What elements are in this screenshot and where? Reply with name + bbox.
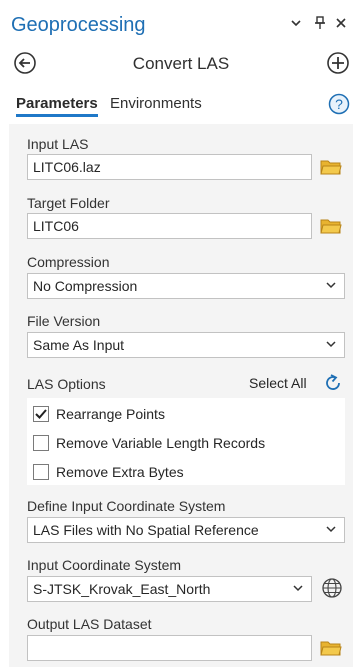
input-cs-dropdown[interactable]: S-JTSK_Krovak_East_North (27, 576, 312, 602)
tab-parameters[interactable]: Parameters (16, 95, 98, 117)
reset-icon[interactable] (322, 372, 344, 394)
define-cs-dropdown[interactable]: LAS Files with No Spatial Reference (27, 517, 345, 543)
remove-vlr-checkbox[interactable] (33, 435, 49, 451)
compression-value: No Compression (33, 278, 138, 294)
compression-dropdown[interactable]: No Compression (27, 273, 345, 299)
chevron-down-icon (326, 526, 336, 533)
file-version-label: File Version (27, 313, 101, 329)
globe-icon[interactable] (321, 577, 343, 599)
chevron-down-icon (326, 282, 336, 289)
remove-vlr-label: Remove Variable Length Records (56, 435, 266, 451)
define-cs-label: Define Input Coordinate System (27, 498, 226, 514)
input-cs-label: Input Coordinate System (27, 557, 182, 573)
las-options-label: LAS Options (27, 376, 106, 392)
svg-text:?: ? (335, 96, 343, 112)
target-folder-field[interactable]: LITC06 (27, 213, 312, 239)
rearrange-points-checkbox[interactable] (33, 406, 49, 422)
file-version-dropdown[interactable]: Same As Input (27, 332, 345, 358)
remove-extra-bytes-label: Remove Extra Bytes (56, 464, 184, 480)
tab-environments[interactable]: Environments (110, 95, 202, 112)
select-all-link[interactable]: Select All (249, 375, 307, 391)
chevron-down-icon (326, 341, 336, 348)
define-cs-value: LAS Files with No Spatial Reference (33, 522, 259, 538)
pane-options-icon[interactable] (288, 14, 304, 32)
pin-icon[interactable] (312, 14, 328, 32)
compression-label: Compression (27, 254, 110, 270)
chevron-down-icon (293, 585, 303, 592)
rearrange-points-label: Rearrange Points (56, 406, 165, 422)
target-folder-label: Target Folder (27, 195, 110, 211)
tool-title: Convert LAS (132, 54, 230, 73)
input-las-label: Input LAS (27, 136, 89, 152)
input-cs-value: S-JTSK_Krovak_East_North (33, 581, 211, 597)
file-version-value: Same As Input (33, 337, 125, 353)
checkmark-icon (35, 409, 47, 419)
las-options-list: Rearrange Points Remove Variable Length … (27, 398, 345, 485)
option-rearrange-points[interactable]: Rearrange Points (27, 402, 345, 426)
browse-target-folder-icon[interactable] (320, 217, 342, 235)
browse-input-folder-icon[interactable] (320, 158, 342, 176)
help-icon[interactable]: ? (328, 93, 350, 115)
remove-extra-bytes-checkbox[interactable] (33, 464, 49, 480)
pane-title: Geoprocessing (11, 14, 146, 36)
option-remove-extra-bytes[interactable]: Remove Extra Bytes (27, 460, 345, 484)
option-remove-vlr[interactable]: Remove Variable Length Records (27, 431, 345, 455)
output-las-field[interactable] (27, 635, 312, 661)
close-icon[interactable] (333, 14, 349, 32)
add-icon[interactable] (326, 51, 350, 75)
output-las-label: Output LAS Dataset (27, 616, 152, 632)
browse-output-folder-icon[interactable] (320, 639, 342, 657)
input-las-field[interactable]: LITC06.laz (27, 154, 312, 180)
